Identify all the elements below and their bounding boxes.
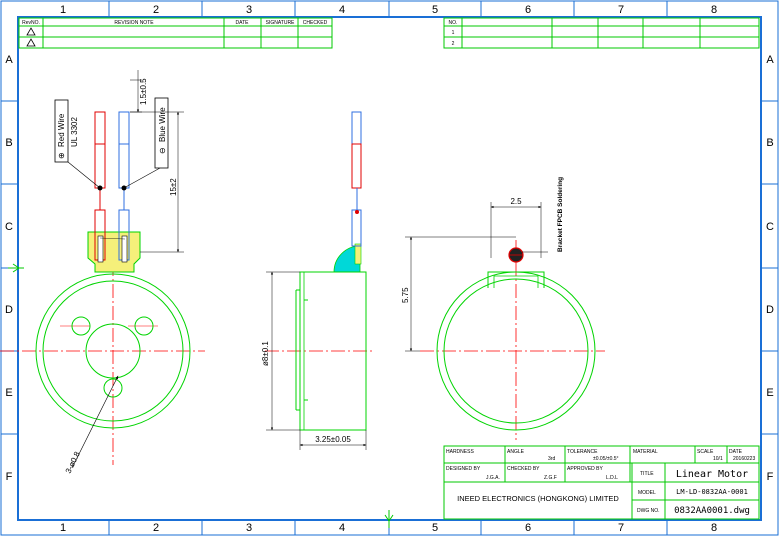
row-label-f: F <box>6 471 13 483</box>
no-table-header: NO. <box>449 20 458 26</box>
row-label-e: E <box>5 387 12 399</box>
dim-wire-length-text: 15±2 <box>169 178 178 196</box>
row-label-e-right: E <box>766 387 773 399</box>
dim-thickness: 3.25±0.05 <box>299 430 367 450</box>
tb-date-value: 20160223 <box>733 456 755 462</box>
col-label-1-bottom: 1 <box>60 522 66 534</box>
bracket-note-text: Bracket FPCB Soldering <box>557 177 564 252</box>
rev-header-signature: SIGNATURE <box>266 20 295 26</box>
row-label-f-right: F <box>767 471 774 483</box>
tb-tolerance-value: ±0.05/±0.5° <box>593 456 619 462</box>
front-view <box>0 111 205 465</box>
tb-model-value: LM-LD-0832AA-0001 <box>676 488 748 496</box>
col-label-6-bottom: 6 <box>525 522 531 534</box>
col-label-2: 2 <box>153 4 159 16</box>
rev-header-date: DATE <box>236 20 250 26</box>
col-label-3-bottom: 3 <box>246 522 252 534</box>
tb-designed-value: J.G.A. <box>486 475 500 481</box>
title-block: HARDNESS ANGLE 3rd TOLERANCE ±0.05/±0.5°… <box>443 445 760 520</box>
red-wire-label: Red Wire ⊕ UL 3302 <box>54 99 79 163</box>
dim-hole-text: 3-ø0.8 <box>64 450 82 475</box>
tb-title-label: TITLE <box>640 471 654 477</box>
tb-company: INEED ELECTRONICS (HONGKONG) LIMITED <box>457 494 619 503</box>
side-view <box>265 111 372 431</box>
no-table-row-2: 2 <box>452 41 455 47</box>
row-label-b: B <box>5 137 12 149</box>
row-label-c: C <box>5 221 13 233</box>
back-view <box>420 240 605 440</box>
tb-angle-value: 3rd <box>548 456 555 462</box>
dim-hole: 3-ø0.8 <box>64 375 119 475</box>
tb-scale-value: 10/1 <box>713 456 723 462</box>
dim-bracket-width-text: 2.5 <box>510 197 522 206</box>
tb-dwg-value: 0832AA0001.dwg <box>674 506 750 516</box>
tb-scale-label: SCALE <box>697 449 714 455</box>
row-label-a: A <box>5 54 13 66</box>
minus-symbol: ⊖ <box>158 147 167 154</box>
col-label-5-bottom: 5 <box>432 522 438 534</box>
tb-material-label: MATERIAL <box>633 449 658 455</box>
tb-title-value: Linear Motor <box>676 469 748 480</box>
dim-wire-strip-text: 1.5±0.5 <box>139 78 148 105</box>
col-label-2-bottom: 2 <box>153 522 159 534</box>
rev-header-revno: RevNO. <box>22 20 40 26</box>
row-label-a-right: A <box>766 54 774 66</box>
row-label-b-right: B <box>766 137 773 149</box>
technical-drawing: 1 2 3 4 5 6 7 8 1 2 3 4 5 6 7 8 A B C D … <box>0 0 779 536</box>
dim-bracket-height-text: 5.75 <box>401 287 410 303</box>
col-label-8: 8 <box>711 4 717 16</box>
dim-diameter-text: ø8±0.1 <box>261 341 270 366</box>
col-label-1: 1 <box>60 4 66 16</box>
dim-wire-strip: 1.5±0.5 <box>130 70 148 113</box>
row-label-d: D <box>5 304 13 316</box>
no-table: NO. 1 2 <box>443 17 760 49</box>
row-label-d-right: D <box>766 304 774 316</box>
red-wire-text: Red Wire <box>57 113 66 147</box>
no-table-row-1: 1 <box>452 30 455 36</box>
tb-designed-label: DESIGNED BY <box>446 466 481 472</box>
col-label-5: 5 <box>432 4 438 16</box>
ul-text: UL 3302 <box>70 117 79 148</box>
col-label-3: 3 <box>246 4 252 16</box>
col-label-8-bottom: 8 <box>711 522 717 534</box>
col-label-4: 4 <box>339 4 345 16</box>
tb-approved-label: APPROVED BY <box>567 466 604 472</box>
tb-hardness-label: HARDNESS <box>446 449 474 455</box>
row-label-c-right: C <box>766 221 774 233</box>
tb-date-label: DATE <box>729 449 743 455</box>
tb-dwg-label: DWG NO. <box>637 508 660 514</box>
alignment-mark-icon <box>8 263 394 528</box>
tb-angle-label: ANGLE <box>507 449 525 455</box>
dim-thickness-text: 3.25±0.05 <box>315 435 351 444</box>
bracket-note: Bracket FPCB Soldering <box>522 176 566 256</box>
revision-table: RevNO. REVISION NOTE DATE SIGNATURE CHEC… <box>18 17 333 49</box>
rev-header-note: REVISION NOTE <box>114 20 154 26</box>
col-label-4-bottom: 4 <box>339 522 345 534</box>
tb-approved-value: L.D.L <box>606 475 618 481</box>
tb-model-label: MODEL <box>638 490 656 496</box>
blue-wire-label: Blue Wire ⊖ <box>154 97 169 169</box>
plus-symbol: ⊕ <box>57 152 66 159</box>
rev-header-checked: CHECKED <box>303 20 328 26</box>
dim-bracket-height: 5.75 <box>401 236 516 352</box>
tb-tolerance-label: TOLERANCE <box>567 449 598 455</box>
col-label-7-bottom: 7 <box>618 522 624 534</box>
tb-checked-label: CHECKED BY <box>507 466 540 472</box>
col-label-7: 7 <box>618 4 624 16</box>
tb-checked-value: Z.G.F <box>544 475 557 481</box>
col-label-6: 6 <box>525 4 531 16</box>
